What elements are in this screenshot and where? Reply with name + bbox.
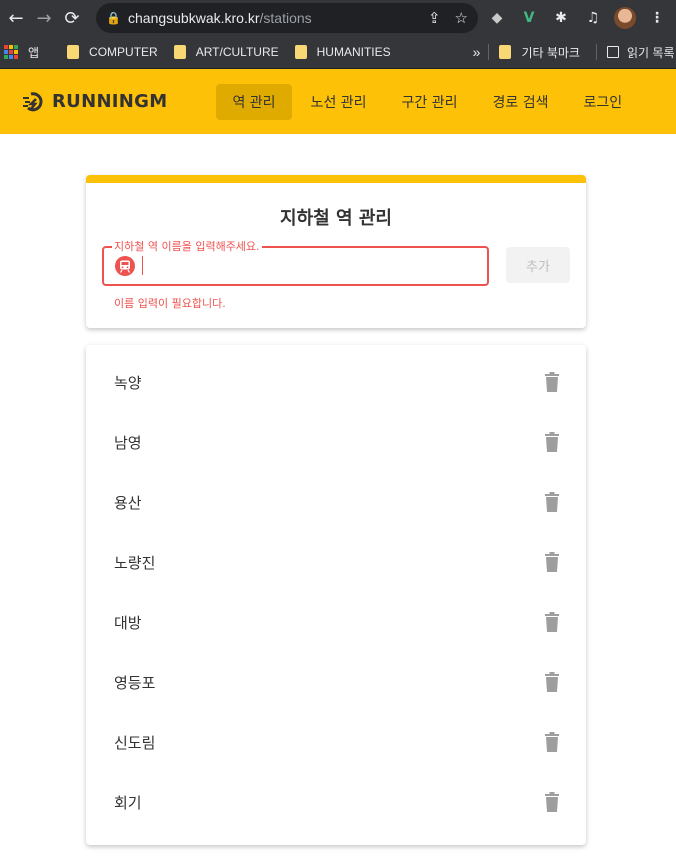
list-item: 녹양 (86, 352, 586, 412)
main-menu: 역 관리 노선 관리 구간 관리 경로 검색 로그인 (216, 83, 641, 120)
bookmark-label: COMPUTER (89, 45, 158, 59)
folder-icon (499, 45, 512, 59)
logo[interactable]: RUNNINGM (22, 91, 167, 113)
menu-stations[interactable]: 역 관리 (216, 83, 292, 120)
browser-toolbar: ← → ⟳ 🔒 changsubkwak.kro.kr/stations ⇪ ☆… (0, 0, 676, 36)
folder-icon (67, 45, 80, 59)
delete-icon[interactable] (544, 432, 560, 452)
station-name: 회기 (114, 793, 142, 812)
menu-sections[interactable]: 구간 관리 (386, 84, 474, 120)
menu-label: 구간 관리 (401, 94, 458, 111)
station-name: 영등포 (114, 673, 156, 692)
add-station-button[interactable]: 추가 (506, 247, 570, 283)
station-name: 남영 (114, 433, 142, 452)
list-item: 대방 (86, 592, 586, 652)
url-host: changsubkwak.kro.kr (128, 10, 260, 26)
station-list: 녹양 남영 용산 노량진 대방 영등포 신도림 회기 (86, 345, 586, 845)
bookmark-label: 앱 (28, 45, 40, 60)
text-caret (142, 256, 143, 275)
star-icon[interactable]: ☆ (455, 9, 468, 27)
menu-kebab-icon[interactable]: ⋮ (646, 7, 668, 29)
vue-devtools-icon[interactable]: V (518, 7, 540, 29)
profile-avatar[interactable] (614, 7, 636, 29)
lock-icon: 🔒 (106, 11, 121, 25)
bookmark-divider (595, 44, 597, 60)
other-bookmarks-label: 기타 북마크 (521, 45, 580, 60)
bookmark-apps[interactable]: 앱 (0, 44, 39, 61)
forward-icon[interactable]: → (30, 4, 58, 32)
bookmarks-bar: 앱 COMPUTER ART/CULTURE HUMANITIES » 기타 북… (0, 36, 676, 69)
list-item: 회기 (86, 772, 586, 832)
reading-list-label: 읽기 목록 (626, 45, 675, 60)
bookmark-label: ART/CULTURE (195, 45, 279, 59)
logo-text: RUNNINGM (52, 91, 168, 112)
share-icon[interactable]: ⇪ (428, 9, 441, 27)
extensions-puzzle-icon[interactable]: ✱ (550, 7, 572, 29)
delete-icon[interactable] (544, 492, 560, 512)
bookmark-art-culture[interactable]: ART/CULTURE (173, 45, 279, 59)
more-bookmarks-button[interactable]: » (473, 44, 481, 60)
delete-icon[interactable] (544, 612, 560, 632)
back-icon[interactable]: ← (2, 4, 30, 32)
apps-grid-icon (4, 45, 18, 59)
other-bookmarks[interactable]: 기타 북마크 (499, 44, 580, 61)
station-name-label: 지하철 역 이름을 입력해주세요. (112, 238, 262, 254)
more-bookmarks-label: » (472, 44, 481, 60)
list-item: 남영 (86, 412, 586, 472)
validation-error: 이름 입력이 필요합니다. (114, 297, 226, 310)
menu-path-search[interactable]: 경로 검색 (477, 84, 565, 120)
reading-list-icon (606, 46, 619, 58)
train-icon (115, 256, 135, 276)
page-title: 지하철 역 관리 (280, 208, 392, 229)
station-name: 녹양 (114, 373, 142, 392)
delete-icon[interactable] (544, 372, 560, 392)
extension-cube-icon[interactable]: ◆ (486, 7, 508, 29)
running-logo-icon (23, 91, 43, 111)
reload-icon[interactable]: ⟳ (58, 4, 86, 32)
station-name-input[interactable] (146, 253, 476, 279)
delete-icon[interactable] (544, 672, 560, 692)
bookmark-label: HUMANITIES (316, 45, 391, 59)
menu-label: 경로 검색 (492, 94, 549, 111)
reading-list[interactable]: 읽기 목록 (606, 44, 675, 61)
menu-label: 역 관리 (232, 94, 276, 111)
station-name: 신도림 (114, 733, 156, 752)
bookmark-divider (488, 44, 490, 60)
bookmark-humanities[interactable]: HUMANITIES (294, 45, 391, 59)
delete-icon[interactable] (544, 792, 560, 812)
folder-icon (294, 45, 307, 59)
delete-icon[interactable] (544, 732, 560, 752)
menu-login[interactable]: 로그인 (568, 84, 639, 120)
app-header: RUNNINGM 역 관리 노선 관리 구간 관리 경로 검색 로그인 (0, 69, 676, 134)
media-control-icon[interactable]: ♫ (582, 7, 604, 29)
add-button-label: 추가 (526, 259, 550, 275)
station-name: 용산 (114, 493, 142, 512)
list-item: 노량진 (86, 532, 586, 592)
menu-lines[interactable]: 노선 관리 (295, 84, 383, 120)
station-name-field[interactable]: 지하철 역 이름을 입력해주세요. (102, 238, 489, 286)
bookmark-computer[interactable]: COMPUTER (67, 45, 158, 59)
station-form-card: 지하철 역 관리 지하철 역 이름을 입력해주세요. 이름 입력이 필요합니다.… (86, 175, 586, 328)
list-item: 용산 (86, 472, 586, 532)
delete-icon[interactable] (544, 552, 560, 572)
list-item: 영등포 (86, 652, 586, 712)
folder-icon (173, 45, 186, 59)
address-bar[interactable]: 🔒 changsubkwak.kro.kr/stations ⇪ ☆ (96, 3, 478, 33)
menu-label: 로그인 (583, 94, 623, 111)
menu-label: 노선 관리 (310, 94, 367, 111)
url-path: /stations (259, 10, 312, 26)
list-item: 신도림 (86, 712, 586, 772)
station-name: 노량진 (114, 553, 156, 572)
station-name: 대방 (114, 613, 142, 632)
